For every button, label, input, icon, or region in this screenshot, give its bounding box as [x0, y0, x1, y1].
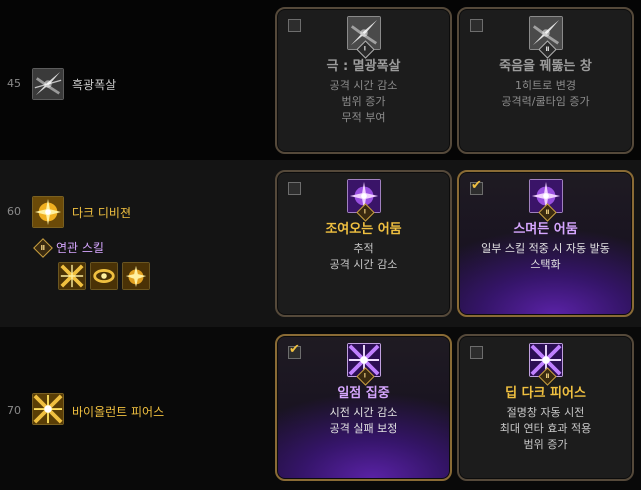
checkmark-icon: ✔ [471, 178, 482, 193]
talent-title: 죽음을 꿰뚫는 창 [499, 59, 592, 74]
checkmark-icon: ✔ [289, 342, 300, 357]
talent-title: 딥 다크 피어스 [505, 386, 586, 401]
talent-card-70-2[interactable]: Ⅱ 딥 다크 피어스 절명창 자동 시전 최대 연타 효과 적용 범위 증가 [457, 334, 634, 481]
talent-card-70-1[interactable]: ✔ Ⅰ 일점 집중 시전 시간 감소 공격 실패 보정 [275, 334, 452, 481]
talent-title: 극 : 멸광폭살 [326, 59, 401, 74]
rank-badge: Ⅱ [33, 237, 53, 258]
skill-name: 바이올런트 피어스 [72, 405, 165, 419]
purple-star-burst-icon: Ⅱ [529, 343, 563, 386]
skill-row-60: 60 다크 디비젼 Ⅱ 연관 스킬 Ⅰ 조여오는 어둠 추적 공격 시간 감소 … [0, 160, 641, 327]
talent-checkbox[interactable] [288, 19, 301, 32]
related-skill-icons [58, 262, 150, 290]
dark-blade-icon: Ⅱ [529, 16, 563, 59]
gold-flare-icon[interactable] [122, 262, 150, 290]
talent-description: 1히트로 변경 공격력/쿨타임 증가 [501, 79, 590, 108]
gold-burst-icon [32, 196, 64, 228]
talent-description: 시전 시간 감소 공격 실패 보정 [329, 406, 398, 435]
gold-cross-slash-icon[interactable] [58, 262, 86, 290]
dark-blade-icon: Ⅰ [347, 16, 381, 59]
talent-description: 추적 공격 시간 감소 [329, 242, 398, 271]
gold-ring-icon[interactable] [90, 262, 118, 290]
talent-checkbox[interactable]: ✔ [288, 342, 301, 359]
talent-card-60-2[interactable]: ✔ Ⅱ 스며든 어둠 일부 스킬 적중 시 자동 발동 스택화 [457, 170, 634, 317]
skill-row-70: 70 바이올런트 피어스 ✔ Ⅰ 일점 집중 시전 시간 감소 공격 실패 보정 [0, 327, 641, 490]
talent-checkbox[interactable] [288, 182, 301, 195]
talent-title: 조여오는 어둠 [325, 222, 402, 237]
dark-blade-icon [32, 68, 64, 100]
talent-card-60-1[interactable]: Ⅰ 조여오는 어둠 추적 공격 시간 감소 [275, 170, 452, 317]
talent-description: 공격 시간 감소 범위 증가 무적 부여 [329, 79, 398, 124]
talent-title: 스며든 어둠 [513, 222, 578, 237]
talent-checkbox[interactable] [470, 346, 483, 359]
purple-star-burst-icon: Ⅰ [347, 343, 381, 386]
talent-description: 절명창 자동 시전 최대 연타 효과 적용 범위 증가 [499, 406, 592, 451]
talent-title: 일점 집중 [337, 386, 390, 401]
talent-card-45-2[interactable]: Ⅱ 죽음을 꿰뚫는 창 1히트로 변경 공격력/쿨타임 증가 [457, 7, 634, 154]
skill-level: 60 [7, 205, 21, 218]
skill-row-45: 45 흑광폭살 Ⅰ 극 : 멸광폭살 공격 시간 감소 범위 증가 무적 부여 [0, 0, 641, 160]
skill-name: 흑광폭살 [72, 78, 117, 92]
talent-checkbox[interactable] [470, 19, 483, 32]
talent-card-45-1[interactable]: Ⅰ 극 : 멸광폭살 공격 시간 감소 범위 증가 무적 부여 [275, 7, 452, 154]
skill-level: 70 [7, 404, 21, 417]
talent-description: 일부 스킬 적중 시 자동 발동 스택화 [481, 242, 610, 271]
gold-star-burst-icon [32, 393, 64, 425]
related-skills-label: Ⅱ 연관 스킬 [33, 237, 104, 258]
purple-burst-icon: Ⅱ [529, 179, 563, 222]
skill-name: 다크 디비젼 [72, 206, 132, 220]
purple-burst-icon: Ⅰ [347, 179, 381, 222]
talent-checkbox[interactable]: ✔ [470, 178, 483, 195]
skill-level: 45 [7, 77, 21, 90]
